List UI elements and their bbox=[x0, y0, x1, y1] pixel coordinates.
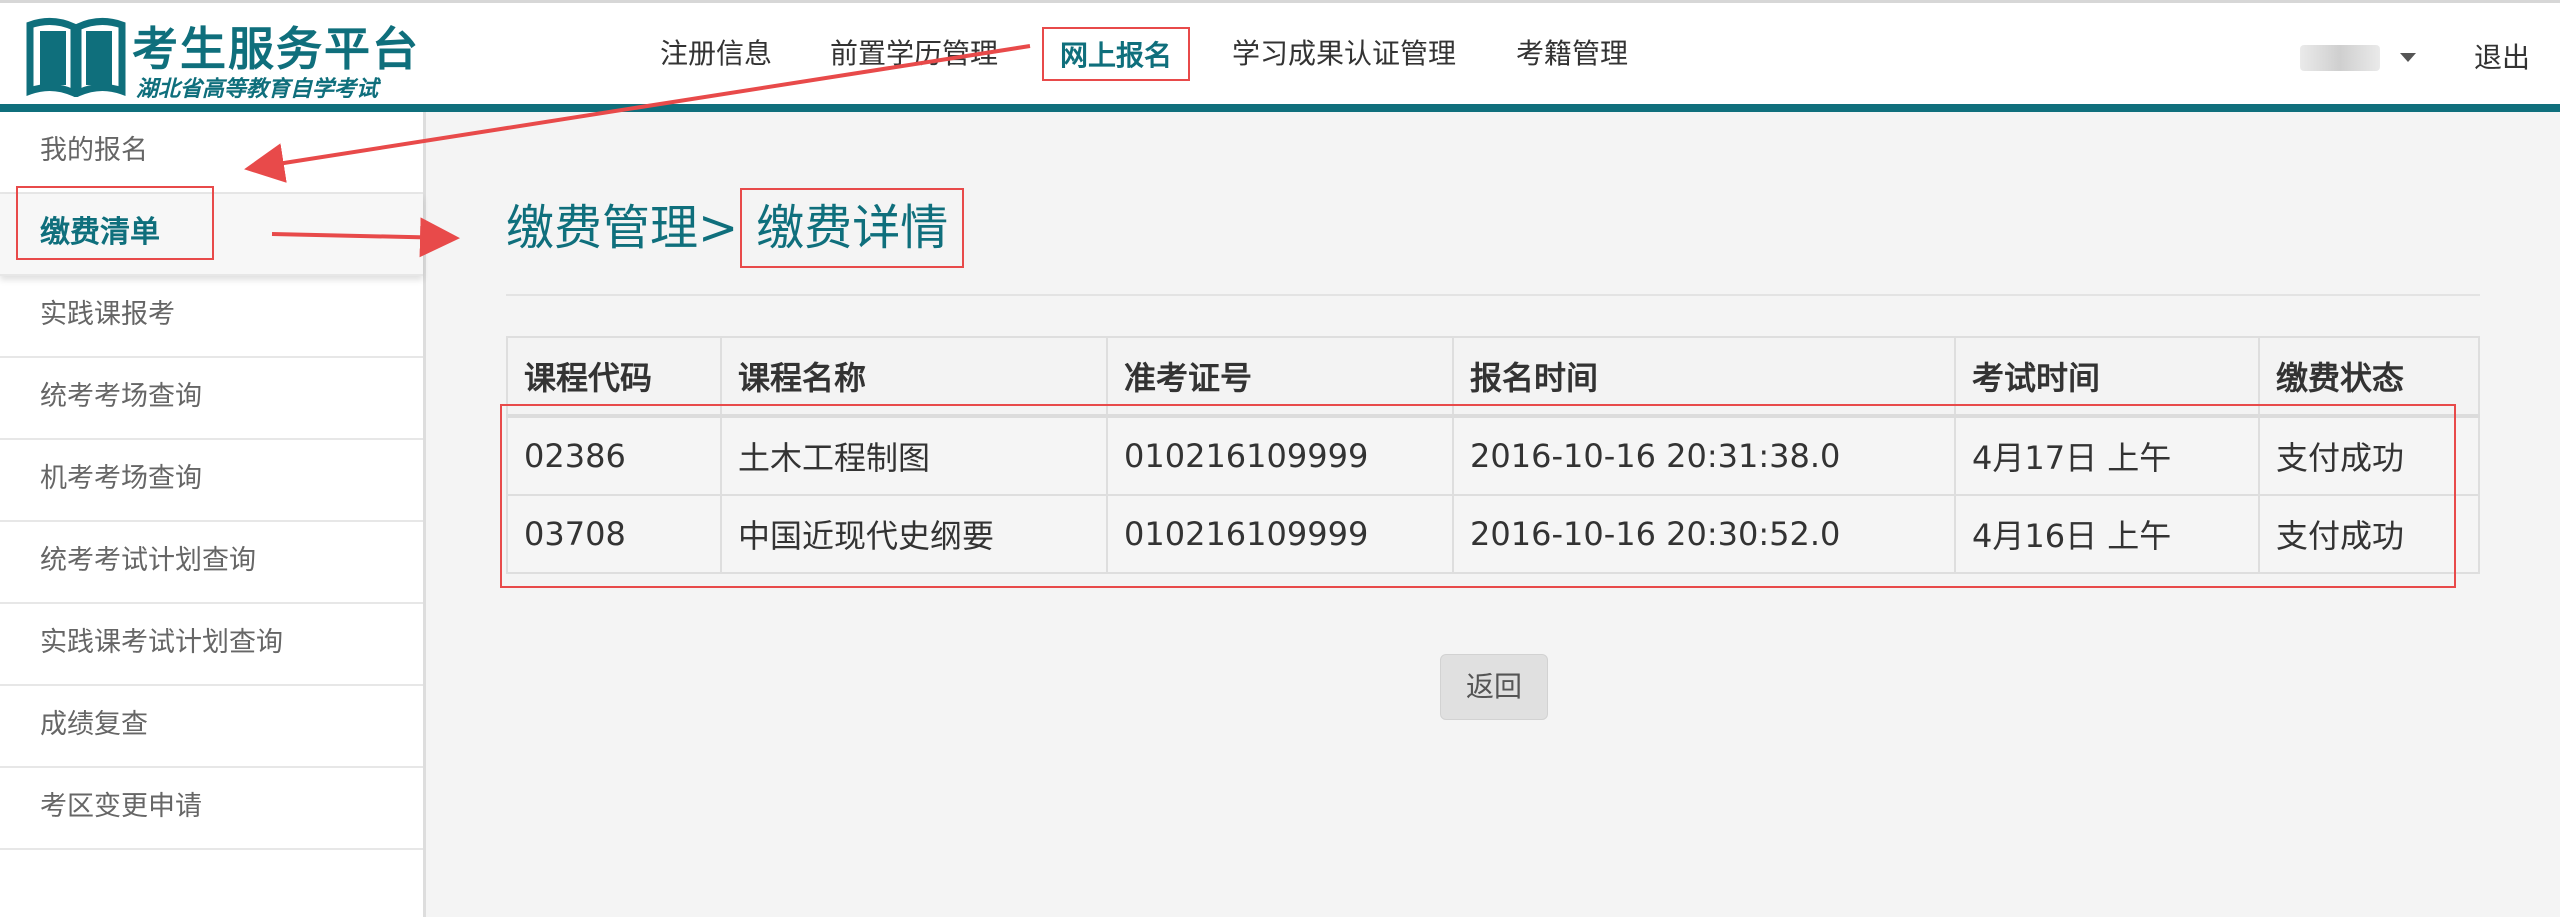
cell-course-name: 土木工程制图 bbox=[720, 415, 1108, 496]
sidebar-item-practice-exam-plan-query[interactable]: 实践课考试计划查询 bbox=[0, 604, 423, 686]
cell-registration-time: 2016-10-16 20:30:52.0 bbox=[1452, 494, 1956, 574]
sidebar-item-score-review[interactable]: 成绩复查 bbox=[0, 686, 423, 768]
content-divider bbox=[506, 294, 2480, 296]
sidebar-item-exam-area-change[interactable]: 考区变更申请 bbox=[0, 768, 423, 850]
logo-title: 考生服务平台 bbox=[132, 22, 420, 76]
column-header-exam-time: 考试时间 bbox=[1954, 336, 2260, 417]
table-row: 02386 土木工程制图 010216109999 2016-10-16 20:… bbox=[506, 415, 2480, 496]
user-name-blurred bbox=[2300, 45, 2380, 71]
table-header-row: 课程代码 课程名称 准考证号 报名时间 考试时间 缴费状态 bbox=[506, 336, 2480, 417]
column-header-payment-status: 缴费状态 bbox=[2258, 336, 2480, 417]
cell-course-code: 03708 bbox=[506, 494, 722, 574]
cell-admission-number: 010216109999 bbox=[1106, 415, 1454, 496]
nav-item-learning-certification[interactable]: 学习成果认证管理 bbox=[1232, 27, 1456, 81]
payment-table: 课程代码 课程名称 准考证号 报名时间 考试时间 缴费状态 02386 土木工程… bbox=[506, 336, 2480, 574]
cell-exam-time: 4月17日 上午 bbox=[1954, 415, 2260, 496]
nav-item-registration-info[interactable]: 注册信息 bbox=[660, 27, 772, 81]
sidebar-item-practice-course-registration[interactable]: 实践课报考 bbox=[0, 276, 423, 358]
back-button[interactable]: 返回 bbox=[1440, 654, 1548, 720]
breadcrumb: 缴费管理> 缴费详情 bbox=[506, 188, 965, 268]
sidebar-item-exam-room-query[interactable]: 统考考场查询 bbox=[0, 358, 423, 440]
book-icon bbox=[26, 18, 126, 97]
logo-subtitle: 湖北省高等教育自学考试 bbox=[136, 77, 379, 102]
breadcrumb-separator: > bbox=[698, 200, 739, 256]
top-header: 考生服务平台 湖北省高等教育自学考试 注册信息 前置学历管理 网上报名 学习成果… bbox=[0, 0, 2560, 104]
header-accent-bar bbox=[0, 104, 2560, 112]
cell-exam-time: 4月16日 上午 bbox=[1954, 494, 2260, 574]
cell-admission-number: 010216109999 bbox=[1106, 494, 1454, 574]
chevron-down-icon bbox=[2400, 53, 2416, 62]
breadcrumb-current: 缴费详情 bbox=[740, 188, 965, 268]
cell-registration-time: 2016-10-16 20:31:38.0 bbox=[1452, 415, 1956, 496]
sidebar-item-my-registration[interactable]: 我的报名 bbox=[0, 112, 423, 194]
cell-payment-status: 支付成功 bbox=[2258, 494, 2480, 574]
cell-course-name: 中国近现代史纲要 bbox=[720, 494, 1108, 574]
sidebar-item-computer-exam-room-query[interactable]: 机考考场查询 bbox=[0, 440, 423, 522]
column-header-admission-number: 准考证号 bbox=[1106, 336, 1454, 417]
cell-course-code: 02386 bbox=[506, 415, 722, 496]
column-header-course-name: 课程名称 bbox=[720, 336, 1108, 417]
table-row: 03708 中国近现代史纲要 010216109999 2016-10-16 2… bbox=[506, 494, 2480, 574]
logout-link[interactable]: 退出 bbox=[2474, 31, 2530, 85]
annotation-box-sidebar bbox=[16, 186, 214, 260]
breadcrumb-parent[interactable]: 缴费管理 bbox=[506, 200, 698, 256]
nav-item-prior-education[interactable]: 前置学历管理 bbox=[830, 27, 998, 81]
nav-item-exam-records[interactable]: 考籍管理 bbox=[1516, 27, 1628, 81]
nav-item-online-registration[interactable]: 网上报名 bbox=[1042, 27, 1191, 81]
site-logo[interactable]: 考生服务平台 湖北省高等教育自学考试 bbox=[26, 13, 426, 102]
column-header-course-code: 课程代码 bbox=[506, 336, 722, 417]
column-header-registration-time: 报名时间 bbox=[1452, 336, 1956, 417]
cell-payment-status: 支付成功 bbox=[2258, 415, 2480, 496]
sidebar-item-exam-plan-query[interactable]: 统考考试计划查询 bbox=[0, 522, 423, 604]
